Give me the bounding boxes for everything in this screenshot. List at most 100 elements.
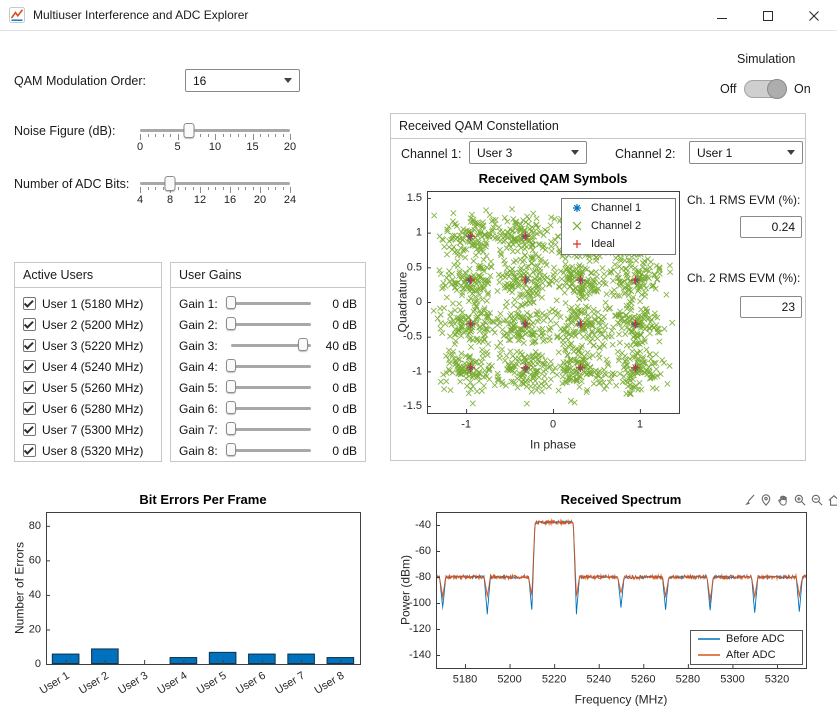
datatips-icon[interactable] (758, 492, 773, 507)
active-user-row: User 5 (5260 MHz) (23, 377, 143, 398)
active-user-row: User 2 (5200 MHz) (23, 314, 143, 335)
channel2-dropdown[interactable]: User 1 (689, 141, 803, 164)
slider-track[interactable] (140, 129, 290, 132)
home-icon[interactable] (826, 492, 837, 507)
slider-thumb[interactable] (226, 401, 236, 414)
gain-slider[interactable] (231, 400, 311, 416)
user-checkbox-label: User 1 (5180 MHz) (42, 297, 143, 311)
user-checkbox[interactable] (23, 339, 36, 352)
gain-label: Gain 5: (179, 381, 218, 395)
gain-label: Gain 4: (179, 360, 218, 374)
constellation-plot (395, 169, 695, 461)
slider-track[interactable] (140, 182, 290, 185)
active-users-panel-title: Active Users (15, 263, 161, 288)
evm1-field[interactable]: 0.24 (740, 216, 802, 238)
slider-thumb[interactable] (226, 317, 236, 330)
brush-icon[interactable] (741, 492, 756, 507)
adc-bits-slider[interactable]: 4812162024 (140, 176, 290, 210)
slider-thumb[interactable] (226, 359, 236, 372)
slider-track[interactable] (231, 302, 311, 305)
slider-tick-mark (200, 187, 201, 193)
titlebar: Multiuser Interference and ADC Explorer (0, 0, 837, 31)
gain-label: Gain 1: (179, 297, 218, 311)
gain-value: 0 dB (332, 381, 357, 395)
channel1-label: Channel 1: (401, 147, 461, 161)
active-user-row: User 6 (5280 MHz) (23, 398, 143, 419)
gain-row: Gain 7:0 dB (171, 419, 365, 440)
slider-track[interactable] (231, 323, 311, 326)
user-gains-panel: User Gains Gain 1:0 dBGain 2:0 dBGain 3:… (170, 262, 366, 462)
simulation-switch[interactable] (744, 80, 786, 98)
slider-thumb[interactable] (226, 380, 236, 393)
slider-tick-mark (178, 134, 179, 140)
simulation-label: Simulation (737, 52, 795, 66)
user-checkbox[interactable] (23, 402, 36, 415)
slider-thumb[interactable] (226, 422, 236, 435)
noise-figure-label: Noise Figure (dB): (14, 124, 115, 138)
slider-track[interactable] (231, 428, 311, 431)
qam-order-label: QAM Modulation Order: (14, 74, 146, 88)
slider-tick-label: 24 (284, 194, 296, 206)
slider-thumb[interactable] (165, 176, 176, 191)
user-checkbox-label: User 6 (5280 MHz) (42, 402, 143, 416)
slider-tick-mark (140, 134, 141, 140)
slider-track[interactable] (231, 386, 311, 389)
gain-slider[interactable] (231, 337, 311, 353)
active-users-list: User 1 (5180 MHz) User 2 (5200 MHz)User 3… (15, 291, 161, 461)
zoom-out-icon[interactable] (809, 492, 824, 507)
slider-tick-mark (223, 134, 224, 137)
pan-icon[interactable] (775, 492, 790, 507)
slider-thumb[interactable] (183, 123, 194, 138)
slider-tick-label: 12 (194, 194, 206, 206)
active-user-row: User 3 (5220 MHz) (23, 335, 143, 356)
slider-track[interactable] (231, 365, 311, 368)
evm1-label: Ch. 1 RMS EVM (%): (687, 193, 800, 207)
gain-value: 0 dB (332, 423, 357, 437)
slider-tick-mark (268, 134, 269, 137)
gain-slider[interactable] (231, 421, 311, 437)
user-checkbox[interactable] (23, 423, 36, 436)
qam-order-dropdown[interactable]: 16 (185, 69, 300, 92)
noise-figure-slider[interactable]: 05101520 (140, 123, 290, 157)
user-checkbox[interactable] (23, 381, 36, 394)
slider-track[interactable] (231, 407, 311, 410)
window-controls (699, 0, 837, 31)
slider-tick-mark (238, 187, 239, 190)
slider-tick-mark (253, 187, 254, 190)
gain-slider[interactable] (231, 442, 311, 458)
channel1-value: User 3 (477, 146, 512, 160)
minimize-button[interactable] (699, 0, 745, 31)
user-checkbox[interactable] (23, 297, 36, 310)
maximize-button[interactable] (745, 0, 791, 31)
user-checkbox[interactable] (23, 318, 36, 331)
gain-value: 0 dB (332, 318, 357, 332)
gain-slider[interactable] (231, 379, 311, 395)
active-user-row: User 7 (5300 MHz) (23, 419, 143, 440)
slider-tick-mark (290, 134, 291, 140)
channel2-value: User 1 (697, 146, 732, 160)
slider-thumb[interactable] (226, 296, 236, 309)
gain-slider[interactable] (231, 358, 311, 374)
slider-tick-mark (238, 134, 239, 137)
gain-slider[interactable] (231, 316, 311, 332)
channel1-dropdown[interactable]: User 3 (469, 141, 587, 164)
bit-errors-chart (10, 488, 382, 713)
close-button[interactable] (791, 0, 837, 31)
user-checkbox[interactable] (23, 360, 36, 373)
slider-track[interactable] (231, 449, 311, 452)
user-checkbox[interactable] (23, 444, 36, 457)
adc-bits-label: Number of ADC Bits: (14, 177, 129, 191)
slider-tick-mark (163, 187, 164, 190)
slider-thumb[interactable] (226, 443, 236, 456)
evm2-field[interactable]: 23 (740, 296, 802, 318)
gain-row: Gain 8:0 dB (171, 440, 365, 461)
slider-tick-mark (170, 134, 171, 137)
slider-tick-label: 4 (137, 194, 143, 206)
zoom-in-icon[interactable] (792, 492, 807, 507)
slider-tick-mark (163, 134, 164, 137)
slider-tick-mark (268, 187, 269, 190)
gain-slider[interactable] (231, 295, 311, 311)
switch-knob[interactable] (767, 79, 787, 99)
switch-on-label: On (794, 82, 811, 96)
slider-thumb[interactable] (298, 338, 308, 351)
